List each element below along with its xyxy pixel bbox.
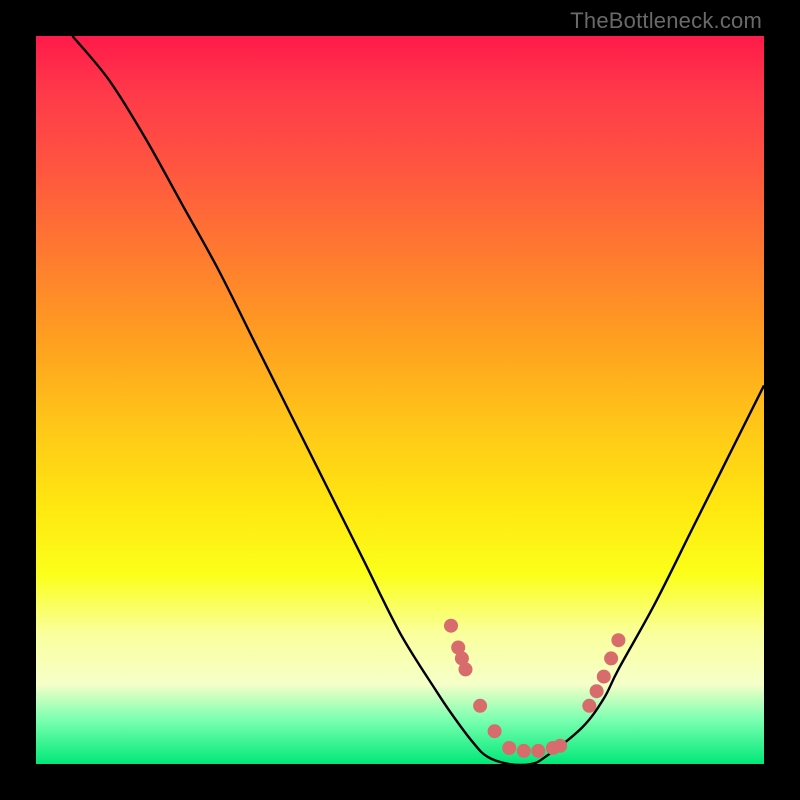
chart-container: TheBottleneck.com bbox=[0, 0, 800, 800]
marker-point bbox=[590, 684, 604, 698]
marker-point bbox=[582, 699, 596, 713]
marker-point bbox=[531, 744, 545, 758]
highlight-markers bbox=[444, 619, 625, 758]
marker-point bbox=[611, 633, 625, 647]
marker-point bbox=[459, 662, 473, 676]
bottleneck-curve bbox=[72, 36, 764, 764]
marker-point bbox=[517, 744, 531, 758]
marker-point bbox=[502, 741, 516, 755]
marker-point bbox=[488, 724, 502, 738]
curve-layer bbox=[36, 36, 764, 764]
marker-point bbox=[553, 739, 567, 753]
marker-point bbox=[597, 670, 611, 684]
marker-point bbox=[604, 651, 618, 665]
marker-point bbox=[473, 699, 487, 713]
watermark-label: TheBottleneck.com bbox=[570, 8, 762, 34]
marker-point bbox=[444, 619, 458, 633]
plot-area bbox=[36, 36, 764, 764]
